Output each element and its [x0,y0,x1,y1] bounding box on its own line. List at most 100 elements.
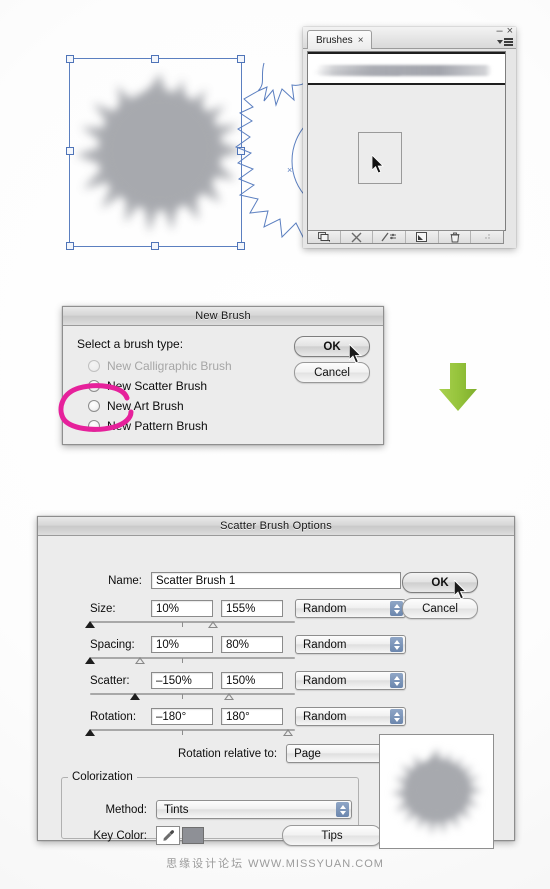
stepper-icon[interactable] [390,673,403,688]
delete-brush-icon[interactable] [439,231,472,243]
close-tab-icon[interactable]: × [358,35,364,46]
chevron-down-icon [497,39,503,44]
radio-label: New Pattern Brush [107,418,208,433]
spacing-slider-min-handle[interactable] [85,657,95,664]
size-mode-select[interactable]: Random [295,599,406,618]
spacing-slider-track[interactable] [90,657,295,659]
brush-slot-empty[interactable] [358,132,402,184]
scatter-mode-select[interactable]: Random [295,671,406,690]
resize-grip-icon[interactable] [471,231,503,243]
method-label: Method: [105,803,147,816]
preview-core [408,761,466,819]
radio-new-pattern-brush[interactable]: New Pattern Brush [88,417,369,434]
watermark: 思缘设计论坛 WWW.MISSYUAN.COM [0,855,550,871]
brush-name-input[interactable]: Scatter Brush 1 [151,572,401,589]
tab-brushes-label: Brushes [316,34,353,46]
eyedropper-icon[interactable] [156,826,180,845]
rotation-slider-max-handle[interactable] [283,729,293,736]
minimize-icon[interactable]: – [496,26,502,37]
selection-bounding-box[interactable] [66,55,245,250]
brush-options-icon[interactable] [373,231,407,243]
scatter-max-input[interactable]: 150% [221,672,283,689]
name-label: Name: [108,574,142,587]
size-label: Size: [90,602,116,615]
radio-icon[interactable] [88,419,100,432]
brush-stroke-preview[interactable] [308,52,505,85]
green-down-arrow-icon [439,363,477,411]
brushes-list[interactable] [307,51,506,231]
stepper-icon[interactable] [390,709,403,724]
rotation-mode-value: Random [303,710,347,723]
size-slider-track[interactable] [90,621,295,623]
panel-window-buttons[interactable]: – × [496,26,513,37]
spacing-mode-select[interactable]: Random [295,635,406,654]
spacing-label: Spacing: [90,638,135,651]
selection-handle[interactable] [66,147,74,155]
selection-handle[interactable] [66,55,74,63]
tab-brushes[interactable]: Brushes × [307,30,372,49]
rotation-label: Rotation: [90,710,137,723]
hamburger-icon [504,38,513,46]
scatter-min-input[interactable]: –150% [151,672,213,689]
remove-brush-stroke-icon[interactable] [341,231,374,243]
watermark-cn: 思缘设计论坛 [166,857,245,870]
rotation-slider-tick [182,730,183,735]
size-slider-max-handle[interactable] [208,621,218,628]
scatter-cancel-button[interactable]: Cancel [402,598,478,619]
radio-label: New Scatter Brush [107,378,208,393]
rotation-min-input[interactable]: –180° [151,708,213,725]
scatter-slider-min-handle[interactable] [130,693,140,700]
new-brush-dialog[interactable]: New Brush Select a brush type: New Calli… [58,306,384,445]
watermark-url: WWW.MISSYUAN.COM [248,858,384,870]
scatter-slider-max-handle[interactable] [224,693,234,700]
size-slider-tick [182,622,183,627]
scatter-mode-value: Random [303,674,347,687]
spacing-mode-value: Random [303,638,347,651]
size-max-input[interactable]: 155% [221,600,283,617]
radio-icon[interactable] [88,399,100,412]
brushes-panel-footer[interactable] [307,230,504,244]
rotation-max-input[interactable]: 180° [221,708,283,725]
radio-new-art-brush[interactable]: New Art Brush [88,397,369,414]
rotation-slider-track[interactable] [90,729,295,731]
selection-handle[interactable] [151,55,159,63]
brush-libraries-icon[interactable] [308,231,341,243]
stepper-icon[interactable] [390,637,403,652]
radio-icon-selected[interactable] [88,379,100,392]
colorization-legend: Colorization [72,771,133,783]
brush-preview-thumbnail [379,734,494,849]
mouse-cursor-icon [349,344,362,364]
scatter-slider-tick [182,694,183,699]
scatter-slider-track[interactable] [90,693,295,695]
stepper-icon[interactable] [336,802,349,817]
close-icon[interactable]: × [507,26,513,37]
scatter-label: Scatter: [90,674,130,687]
panel-menu-icon[interactable] [497,38,513,46]
key-color-label: Key Color: [93,829,147,842]
new-brush-cancel-button[interactable]: Cancel [294,362,370,383]
mouse-cursor-icon [454,580,467,600]
scatter-brush-options-dialog[interactable]: Scatter Brush Options Name: Scatter Brus… [37,516,515,849]
spacing-max-input[interactable]: 80% [221,636,283,653]
tips-button[interactable]: Tips [282,825,382,846]
center-point-mark: × [287,165,293,175]
spacing-slider-max-handle[interactable] [135,657,145,664]
artboard-artwork: × [55,25,345,275]
method-select[interactable]: Tints [156,800,352,819]
method-value: Tints [164,803,189,816]
selection-handle[interactable] [151,242,159,250]
rotation-relative-value: Page [294,747,321,760]
new-brush-dialog-title: New Brush [63,307,383,326]
radio-label: New Art Brush [107,398,184,413]
size-slider-min-handle[interactable] [85,621,95,628]
spacing-min-input[interactable]: 10% [151,636,213,653]
key-color-swatch[interactable] [182,827,204,844]
rotation-slider-min-handle[interactable] [85,729,95,736]
radio-icon[interactable] [88,359,100,372]
colorization-group: Colorization Method: Tints Key Color: Ti… [61,771,382,846]
size-min-input[interactable]: 10% [151,600,213,617]
selection-handle[interactable] [66,242,74,250]
new-brush-icon[interactable] [406,231,439,243]
rotation-mode-select[interactable]: Random [295,707,406,726]
brushes-panel[interactable]: Brushes × – × [303,26,516,248]
